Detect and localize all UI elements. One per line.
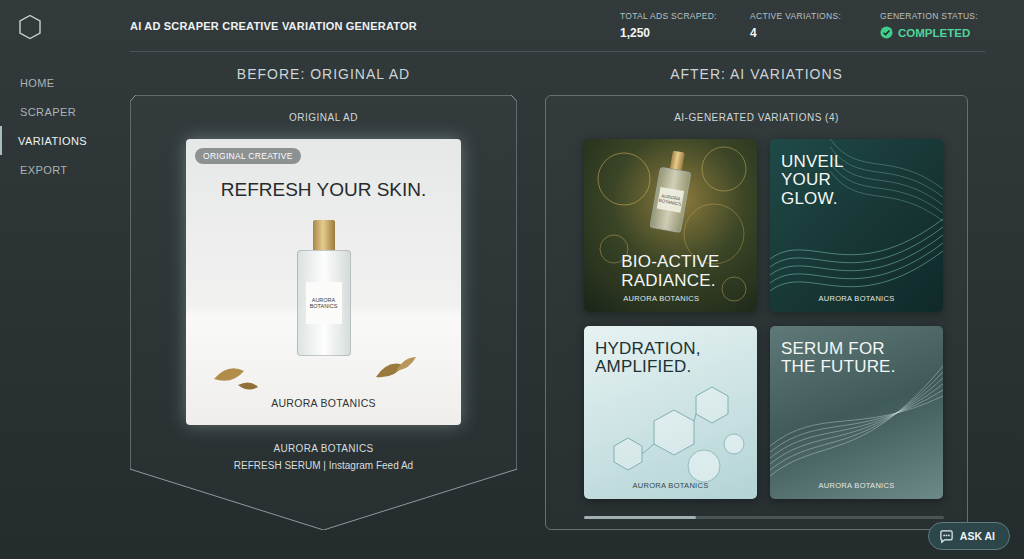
bottle-cap [670,151,685,171]
original-creative-badge: ORIGINAL CREATIVE [195,148,301,164]
stat-value-text: COMPLETED [898,27,970,39]
app-window: HOMESCRAPERVARIATIONSEXPORT AI AD SCRAPE… [0,0,1024,559]
variation-brand: AURORA BOTANICS [595,481,746,490]
headline-line: THE FUTURE. [781,358,932,376]
stat: TOTAL ADS SCRAPED: 1,250 [620,11,728,40]
serum-bottle: AURORABOTANICS [297,220,351,356]
caption-brand: AURORA BOTANICS [274,443,374,455]
section-heading: BEFORE: ORIGINAL AD [130,52,517,95]
scrollbar-thumb[interactable] [584,516,696,519]
stat-value: COMPLETED [880,26,985,39]
bottle-label-line: AURORA [312,297,336,303]
after-section: AFTER: AI VARIATIONS AI-GENERATED VARIAT… [545,52,968,530]
stat-label: TOTAL ADS SCRAPED: [620,11,728,21]
sidebar-item[interactable]: VARIATIONS [0,126,130,155]
stat-value-text: 4 [750,26,757,40]
bottle-label-line: BOTANICS [310,303,338,309]
ad-brand: AURORA BOTANICS [271,397,376,409]
before-section: BEFORE: ORIGINAL AD ORIGINAL AD ORIGINAL… [130,52,517,530]
caption-detail: REFRESH SERUM | Instagram Feed Ad [234,460,413,472]
stats: TOTAL ADS SCRAPED: 1,250 ACTIVE VARIATION… [620,11,985,40]
headline-line: GLOW. [781,190,932,208]
ad-headline: REFRESH YOUR SKIN. [221,179,427,202]
variation-headline: BIO-ACTIVERADIANCE. [621,253,719,290]
ask-ai-label: ASK AI [960,530,995,542]
scrollbar-track [584,516,944,519]
bottle-glass: AURORABOTANICS [297,250,351,356]
variation-card[interactable]: AURORABOTANICS BIO-ACTIVERADIANCE. AUROR… [584,139,757,312]
bottle-glass: AURORABOTANICS [649,167,691,234]
panel-label: ORIGINAL AD [289,112,358,124]
app-title: AI AD SCRAPER CREATIVE VARIATION GENERAT… [130,20,417,32]
headline-line: UNVEIL [781,153,932,171]
stat-value-text: 1,250 [620,26,650,40]
sidebar-nav: HOMESCRAPERVARIATIONSEXPORT [0,68,130,184]
sidebar-item[interactable]: EXPORT [0,155,130,184]
variations-panel: AI-GENERATED VARIATIONS (4) AURORABOTANI… [545,95,968,530]
stat: GENERATION STATUS: COMPLETED [880,11,985,40]
variation-card[interactable]: UNVEILYOURGLOW. AURORA BOTANICS [770,139,943,312]
sidebar: HOMESCRAPERVARIATIONSEXPORT [0,0,130,559]
sidebar-item[interactable]: HOME [0,68,130,97]
variation-headline: SERUM FORTHE FUTURE. [781,340,932,377]
comparison: BEFORE: ORIGINAL AD ORIGINAL AD ORIGINAL… [130,52,985,530]
bottle-label: AURORABOTANICS [657,187,684,213]
stat: ACTIVE VARIATIONS: 4 [750,11,858,40]
headline-line: AMPLIFIED. [595,358,746,376]
check-circle-icon [880,26,893,39]
main-area: AI AD SCRAPER CREATIVE VARIATION GENERAT… [130,0,1024,559]
bottle-cap [313,220,335,250]
variations-grid: AURORABOTANICS BIO-ACTIVERADIANCE. AUROR… [584,139,967,499]
panel-label: AI-GENERATED VARIATIONS (4) [546,112,967,124]
variation-brand: AURORA BOTANICS [781,294,932,303]
headline-line: RADIANCE. [621,272,719,290]
ask-ai-button[interactable]: ASK AI [928,522,1010,550]
variation-card[interactable]: HYDRATION,AMPLIFIED. AURORA BOTANICS [584,326,757,499]
stat-value: 4 [750,26,858,40]
stat-label: ACTIVE VARIATIONS: [750,11,858,21]
sidebar-item[interactable]: SCRAPER [0,97,130,126]
variation-headline: HYDRATION,AMPLIFIED. [595,340,746,377]
headline-line: BIO-ACTIVE [621,253,719,271]
original-ad-card[interactable]: ORIGINAL CREATIVE REFRESH YOUR SKIN. AUR… [186,139,461,425]
headline-line: REFRESH YOUR SKIN. [221,179,427,202]
variation-headline: UNVEILYOURGLOW. [781,153,932,208]
headline-line: YOUR [781,171,932,189]
serum-bottle: AURORABOTANICS [649,149,694,233]
variation-brand: AURORA BOTANICS [621,294,719,303]
variation-card[interactable]: SERUM FORTHE FUTURE. AURORA BOTANICS [770,326,943,499]
hexagon-logo-icon[interactable] [18,14,42,40]
headline-line: HYDRATION, [595,340,746,358]
headline-line: SERUM FOR [781,340,932,358]
chat-bubble-icon [939,529,954,544]
stat-label: GENERATION STATUS: [880,11,985,21]
stat-value: 1,250 [620,26,728,40]
original-panel: ORIGINAL AD ORIGINAL CREATIVE REFRESH YO… [130,95,517,530]
bottle-label: AURORABOTANICS [306,282,342,324]
section-heading: AFTER: AI VARIATIONS [545,52,968,95]
header: AI AD SCRAPER CREATIVE VARIATION GENERAT… [130,0,985,52]
variation-brand: AURORA BOTANICS [781,481,932,490]
